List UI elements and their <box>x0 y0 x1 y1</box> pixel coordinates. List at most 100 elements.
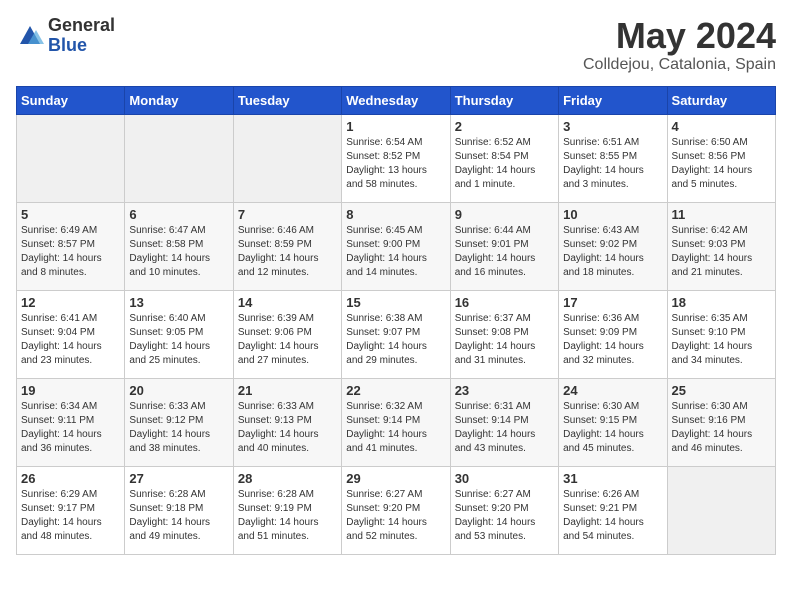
week-row-4: 19 Sunrise: 6:34 AM Sunset: 9:11 PM Dayli… <box>17 378 776 466</box>
calendar-cell: 20 Sunrise: 6:33 AM Sunset: 9:12 PM Dayli… <box>125 378 233 466</box>
calendar-cell: 5Sunrise: 6:49 AM Sunset: 8:57 PM Daylig… <box>17 202 125 290</box>
logo: General Blue <box>16 16 115 56</box>
logo-general-text: General <box>48 16 115 36</box>
day-info: Sunrise: 6:37 AM Sunset: 9:08 PM Dayligh… <box>455 312 554 368</box>
calendar-cell: 6Sunrise: 6:47 AM Sunset: 8:58 PM Daylig… <box>125 202 233 290</box>
day-number: 11 <box>672 207 771 222</box>
header-cell-sunday: Sunday <box>17 86 125 114</box>
day-number: 29 <box>346 471 445 486</box>
calendar-cell: 4Sunrise: 6:50 AM Sunset: 8:56 PM Daylig… <box>667 114 775 202</box>
day-number: 15 <box>346 295 445 310</box>
day-info: Sunrise: 6:33 AM Sunset: 9:13 PM Dayligh… <box>238 400 337 456</box>
calendar-cell: 2Sunrise: 6:52 AM Sunset: 8:54 PM Daylig… <box>450 114 558 202</box>
location-title: Colldejou, Catalonia, Spain <box>583 56 776 74</box>
day-info: Sunrise: 6:50 AM Sunset: 8:56 PM Dayligh… <box>672 136 771 192</box>
day-info: Sunrise: 6:41 AM Sunset: 9:04 PM Dayligh… <box>21 312 120 368</box>
day-info: Sunrise: 6:54 AM Sunset: 8:52 PM Dayligh… <box>346 136 445 192</box>
calendar-cell: 25 Sunrise: 6:30 AM Sunset: 9:16 PM Dayli… <box>667 378 775 466</box>
day-number: 16 <box>455 295 554 310</box>
day-number: 25 <box>672 383 771 398</box>
day-number: 20 <box>129 383 228 398</box>
day-number: 22 <box>346 383 445 398</box>
day-info: Sunrise: 6:31 AM Sunset: 9:14 PM Dayligh… <box>455 400 554 456</box>
day-number: 12 <box>21 295 120 310</box>
day-number: 17 <box>563 295 662 310</box>
day-number: 21 <box>238 383 337 398</box>
day-info: Sunrise: 6:30 AM Sunset: 9:16 PM Dayligh… <box>672 400 771 456</box>
day-info: Sunrise: 6:26 AM Sunset: 9:21 PM Dayligh… <box>563 488 662 544</box>
calendar-cell: 30 Sunrise: 6:27 AM Sunset: 9:20 PM Dayli… <box>450 466 558 554</box>
day-number: 27 <box>129 471 228 486</box>
day-number: 28 <box>238 471 337 486</box>
day-number: 31 <box>563 471 662 486</box>
day-number: 26 <box>21 471 120 486</box>
calendar-cell <box>667 466 775 554</box>
day-info: Sunrise: 6:34 AM Sunset: 9:11 PM Dayligh… <box>21 400 120 456</box>
day-number: 9 <box>455 207 554 222</box>
day-number: 13 <box>129 295 228 310</box>
day-number: 18 <box>672 295 771 310</box>
day-number: 5 <box>21 207 120 222</box>
day-info: Sunrise: 6:51 AM Sunset: 8:55 PM Dayligh… <box>563 136 662 192</box>
day-info: Sunrise: 6:27 AM Sunset: 9:20 PM Dayligh… <box>455 488 554 544</box>
day-info: Sunrise: 6:30 AM Sunset: 9:15 PM Dayligh… <box>563 400 662 456</box>
logo-icon <box>16 22 44 50</box>
day-number: 19 <box>21 383 120 398</box>
calendar-cell: 16 Sunrise: 6:37 AM Sunset: 9:08 PM Dayli… <box>450 290 558 378</box>
header-cell-saturday: Saturday <box>667 86 775 114</box>
calendar-table: SundayMondayTuesdayWednesdayThursdayFrid… <box>16 86 776 555</box>
day-info: Sunrise: 6:33 AM Sunset: 9:12 PM Dayligh… <box>129 400 228 456</box>
day-info: Sunrise: 6:28 AM Sunset: 9:18 PM Dayligh… <box>129 488 228 544</box>
header-cell-thursday: Thursday <box>450 86 558 114</box>
day-info: Sunrise: 6:36 AM Sunset: 9:09 PM Dayligh… <box>563 312 662 368</box>
header-cell-wednesday: Wednesday <box>342 86 450 114</box>
day-info: Sunrise: 6:47 AM Sunset: 8:58 PM Dayligh… <box>129 224 228 280</box>
day-info: Sunrise: 6:27 AM Sunset: 9:20 PM Dayligh… <box>346 488 445 544</box>
calendar-cell: 24 Sunrise: 6:30 AM Sunset: 9:15 PM Dayli… <box>559 378 667 466</box>
calendar-cell: 27 Sunrise: 6:28 AM Sunset: 9:18 PM Dayli… <box>125 466 233 554</box>
header-cell-friday: Friday <box>559 86 667 114</box>
calendar-cell: 12 Sunrise: 6:41 AM Sunset: 9:04 PM Dayli… <box>17 290 125 378</box>
title-area: May 2024 Colldejou, Catalonia, Spain <box>583 16 776 74</box>
logo-blue-text: Blue <box>48 36 115 56</box>
calendar-cell: 26Sunrise: 6:29 AM Sunset: 9:17 PM Dayli… <box>17 466 125 554</box>
day-info: Sunrise: 6:46 AM Sunset: 8:59 PM Dayligh… <box>238 224 337 280</box>
day-info: Sunrise: 6:45 AM Sunset: 9:00 PM Dayligh… <box>346 224 445 280</box>
calendar-cell: 29 Sunrise: 6:27 AM Sunset: 9:20 PM Dayli… <box>342 466 450 554</box>
header-cell-tuesday: Tuesday <box>233 86 341 114</box>
day-number: 23 <box>455 383 554 398</box>
day-info: Sunrise: 6:52 AM Sunset: 8:54 PM Dayligh… <box>455 136 554 192</box>
week-row-1: 1 Sunrise: 6:54 AM Sunset: 8:52 PM Daylig… <box>17 114 776 202</box>
calendar-cell: 19 Sunrise: 6:34 AM Sunset: 9:11 PM Dayli… <box>17 378 125 466</box>
calendar-cell: 31 Sunrise: 6:26 AM Sunset: 9:21 PM Dayli… <box>559 466 667 554</box>
calendar-body: 1 Sunrise: 6:54 AM Sunset: 8:52 PM Daylig… <box>17 114 776 554</box>
day-number: 3 <box>563 119 662 134</box>
day-info: Sunrise: 6:39 AM Sunset: 9:06 PM Dayligh… <box>238 312 337 368</box>
calendar-cell: 14 Sunrise: 6:39 AM Sunset: 9:06 PM Dayli… <box>233 290 341 378</box>
day-number: 24 <box>563 383 662 398</box>
day-number: 30 <box>455 471 554 486</box>
day-info: Sunrise: 6:40 AM Sunset: 9:05 PM Dayligh… <box>129 312 228 368</box>
calendar-cell: 21 Sunrise: 6:33 AM Sunset: 9:13 PM Dayli… <box>233 378 341 466</box>
week-row-3: 12 Sunrise: 6:41 AM Sunset: 9:04 PM Dayli… <box>17 290 776 378</box>
day-info: Sunrise: 6:28 AM Sunset: 9:19 PM Dayligh… <box>238 488 337 544</box>
logo-text: General Blue <box>48 16 115 56</box>
calendar-cell: 8Sunrise: 6:45 AM Sunset: 9:00 PM Daylig… <box>342 202 450 290</box>
calendar-cell: 13 Sunrise: 6:40 AM Sunset: 9:05 PM Dayli… <box>125 290 233 378</box>
day-info: Sunrise: 6:32 AM Sunset: 9:14 PM Dayligh… <box>346 400 445 456</box>
header-row: SundayMondayTuesdayWednesdayThursdayFrid… <box>17 86 776 114</box>
header-cell-monday: Monday <box>125 86 233 114</box>
day-info: Sunrise: 6:38 AM Sunset: 9:07 PM Dayligh… <box>346 312 445 368</box>
day-number: 10 <box>563 207 662 222</box>
calendar-cell: 9Sunrise: 6:44 AM Sunset: 9:01 PM Daylig… <box>450 202 558 290</box>
month-title: May 2024 <box>583 16 776 56</box>
week-row-2: 5Sunrise: 6:49 AM Sunset: 8:57 PM Daylig… <box>17 202 776 290</box>
day-info: Sunrise: 6:35 AM Sunset: 9:10 PM Dayligh… <box>672 312 771 368</box>
day-number: 1 <box>346 119 445 134</box>
calendar-cell <box>17 114 125 202</box>
day-number: 14 <box>238 295 337 310</box>
calendar-cell: 28 Sunrise: 6:28 AM Sunset: 9:19 PM Dayli… <box>233 466 341 554</box>
calendar-cell <box>125 114 233 202</box>
calendar-cell: 10Sunrise: 6:43 AM Sunset: 9:02 PM Dayli… <box>559 202 667 290</box>
calendar-cell: 11Sunrise: 6:42 AM Sunset: 9:03 PM Dayli… <box>667 202 775 290</box>
